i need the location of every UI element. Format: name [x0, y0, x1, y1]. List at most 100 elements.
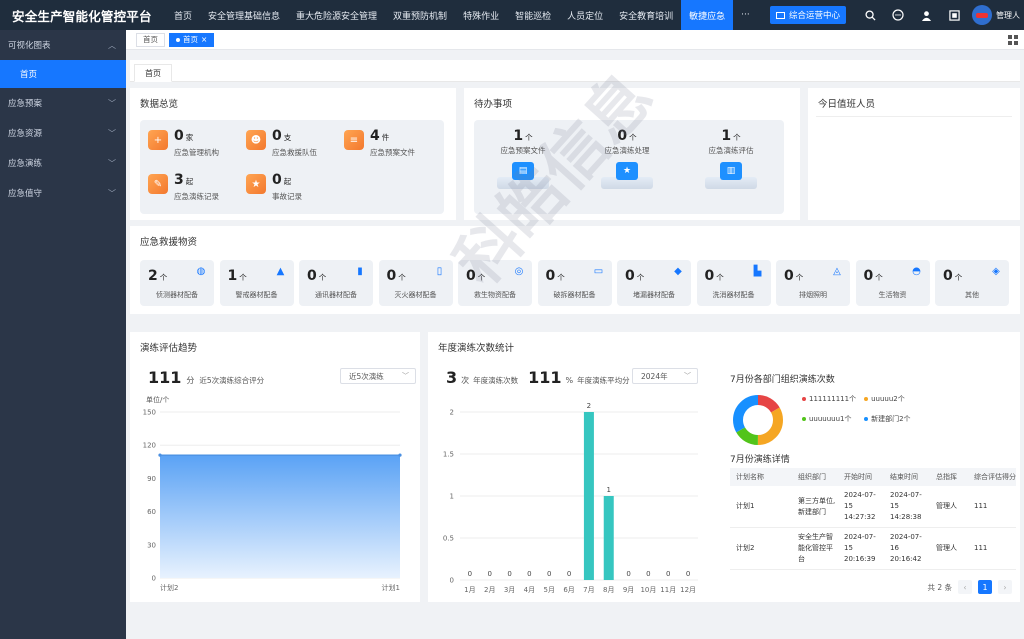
trend-title: 演练评估趋势 [140, 343, 198, 354]
overview-panel: + 0家 应急管理机构 ☻ 0支 应急救援队伍 ≡ 4件 应急预案文件 ✎ 3起… [140, 120, 444, 214]
legend-item: 111111111个 [802, 394, 856, 404]
bar-value-label: 0 [468, 570, 472, 578]
todo-item[interactable]: 1个 应急预案文件 ▤ [478, 128, 568, 189]
table-cell: 计划1 [730, 486, 792, 528]
close-icon[interactable]: × [201, 35, 207, 44]
y-tick-label: 0.5 [443, 535, 454, 543]
table-row[interactable]: 计划2 安全生产智能化管控平台 2024-07-15 20:16:39 2024-07… [730, 527, 1016, 570]
nav-item[interactable]: 敏捷应急 [681, 0, 734, 30]
avatar[interactable] [972, 5, 992, 25]
supply-item[interactable]: 0 个 ▭ 破拆器材配备 [537, 260, 612, 306]
todo-item[interactable]: 0个 应急演练处理 ★ [582, 128, 672, 189]
nav-item[interactable]: 人员定位 [559, 0, 611, 30]
sidebar-item-emergency-resources[interactable]: 应急资源 ﹀ [0, 118, 126, 148]
table-row[interactable]: 计划1 第三方单位,新建部门 2024-07-15 14:27:32 2024-07-… [730, 486, 1016, 528]
supply-label: 堵漏器材配备 [633, 291, 675, 299]
supply-item[interactable]: 1 个 ▲ 警戒器材配备 [219, 260, 294, 306]
details-table: 计划名称 组织部门 开始时间 结束时间 总指挥 综合评估得分 计划1 第三方单位,新建部门 2… [730, 468, 1016, 570]
x-tick-label: 6月 [563, 586, 574, 594]
user-icon[interactable] [912, 0, 940, 30]
annual-card: 年度演练次数统计 3 次 年度演练次数 111 % 年度演练平均分 2024年 … [428, 332, 1020, 602]
bar-value-label: 0 [646, 570, 650, 578]
tab-home[interactable]: 首页 [136, 32, 165, 47]
supply-value: 0个 [386, 268, 406, 284]
supply-label: 灭火器材配备 [394, 291, 437, 299]
chevron-down-icon: ﹀ [108, 98, 116, 108]
supply-item[interactable]: 0 个 ◎ 救生物资配备 [458, 260, 532, 306]
sidebar-item-emergency-duty[interactable]: 应急值守 ﹀ [0, 178, 126, 208]
nav-item[interactable]: 安全教育培训 [611, 0, 681, 30]
supply-value: 0个 [863, 268, 883, 284]
sidebar-item-emergency-drill[interactable]: 应急演练 ﹀ [0, 148, 126, 178]
bar [583, 412, 594, 580]
supply-item[interactable]: 0 个 ◬ 排烟照明 [776, 260, 850, 306]
y-tick-label: 1.5 [443, 451, 454, 459]
todo-label: 应急演练评估 [708, 146, 754, 155]
search-icon[interactable] [856, 0, 884, 30]
sidebar-item-label: 可视化图表 [8, 41, 51, 51]
annual-summary: 3 次 年度演练次数 111 % 年度演练平均分 [446, 368, 630, 387]
supply-icon: ▭ [593, 266, 604, 277]
annual-title: 年度演练次数统计 [438, 343, 515, 354]
supply-icon: ▙ [753, 266, 762, 277]
nav-item[interactable]: 特殊作业 [455, 0, 507, 30]
sidebar-item-visual-charts[interactable]: 可视化图表 ︿ [0, 30, 126, 60]
annual-avg: 111 [528, 368, 562, 387]
subtab-home[interactable]: 首页 [134, 64, 172, 82]
grid-menu-icon[interactable] [1008, 35, 1018, 45]
nav-item[interactable]: 安全管理基础信息 [200, 0, 288, 30]
trend-score-label: 近5次演练综合评分 [199, 376, 265, 385]
trend-summary: 111 分 近5次演练综合评分 [148, 368, 264, 387]
supply-item[interactable]: 2 个 ◍ 侦测器材配备 [140, 260, 214, 306]
nav-item[interactable]: 首页 [166, 0, 200, 30]
runner-icon: ★ [616, 162, 638, 180]
y-tick-label: 0 [152, 575, 156, 583]
supply-item[interactable]: 0 个 ◓ 生活物资 [855, 260, 930, 306]
nav-item[interactable]: 重大危险源安全管理 [288, 0, 385, 30]
app-title: 安全生产智能化管控平台 [12, 8, 152, 24]
supply-icon: ◈ [992, 266, 1000, 277]
supply-label: 生活物资 [878, 291, 907, 299]
drill-count-select[interactable]: 近5次演练 ﹀ [340, 368, 416, 384]
overview-label: 事故记录 [272, 192, 302, 201]
nav-item[interactable]: 智能巡检 [507, 0, 559, 30]
overview-label: 应急救援队伍 [272, 148, 317, 157]
tab-home-active[interactable]: 首页 × [169, 32, 215, 47]
message-icon[interactable] [884, 0, 912, 30]
bar-value-label: 0 [527, 570, 531, 578]
nav-more[interactable]: ··· [733, 0, 758, 30]
supply-value: 0个 [784, 268, 804, 284]
table-cell: 2024-07-15 20:16:39 [838, 527, 884, 570]
trend-point [158, 453, 162, 457]
trend-area [160, 455, 400, 578]
sidebar-item-home[interactable]: 首页 [0, 60, 126, 88]
next-page-button[interactable]: › [998, 580, 1012, 594]
bar-value-label: 0 [488, 570, 492, 578]
todo-item[interactable]: 1个 应急演练评估 ▥ [686, 128, 776, 189]
overview-value: 0 [272, 128, 282, 144]
trend-point [398, 453, 402, 457]
supply-item[interactable]: 0 个 ▯ 灭火器材配备 [378, 260, 453, 306]
supply-item[interactable]: 0 个 ◆ 堵漏器材配备 [617, 260, 691, 306]
sub-tabs: 首页 [130, 60, 1020, 82]
supply-item[interactable]: 0 个 ▮ 通讯器材配备 [299, 260, 373, 306]
fullscreen-icon[interactable] [940, 0, 968, 30]
overview-value: 0 [272, 172, 282, 188]
total-count: 共 2 条 [927, 582, 952, 592]
nav-item[interactable]: 双重预防机制 [385, 0, 455, 30]
table-cell: 管理人 [930, 486, 968, 528]
supply-item[interactable]: 0 个 ▙ 洗消器材配备 [696, 260, 771, 306]
prev-page-button[interactable]: ‹ [958, 580, 972, 594]
supply-item[interactable]: 0 个 ◈ 其他 [935, 260, 1009, 306]
ops-center-button[interactable]: 综合运营中心 [769, 6, 846, 24]
sidebar-item-emergency-plan[interactable]: 应急预案 ﹀ [0, 88, 126, 118]
todo-title: 待办事项 [474, 99, 513, 110]
supplies-card: 应急救援物资 2 个 ◍ 侦测器材配备 1 个 ▲ 警戒器材配备 0 个 ▮ 通讯器材配备 0 个 ▯ 灭火器… [130, 226, 1020, 314]
x-tick-label: 4月 [524, 586, 535, 594]
report-icon: ▥ [720, 162, 742, 180]
page-button[interactable]: 1 [978, 580, 992, 594]
todo-panel: 1个 应急预案文件 ▤ 0个 应急演练处理 ★ 1个 应急演练评估 ▥ [474, 120, 784, 214]
year-select[interactable]: 2024年 ﹀ [632, 368, 698, 384]
ops-center-label: 综合运营中心 [788, 11, 840, 21]
user-name[interactable]: 管理人 [996, 10, 1020, 21]
